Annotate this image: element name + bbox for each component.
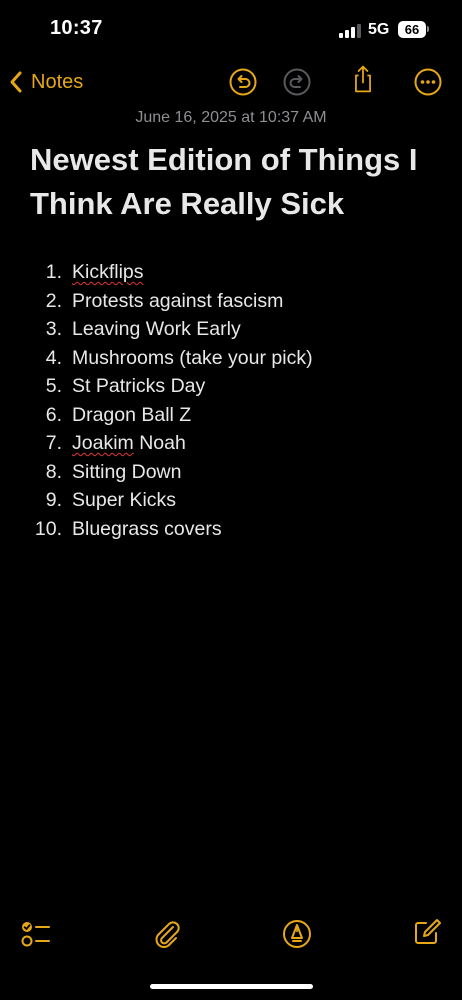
battery-icon: 66: [398, 21, 426, 38]
back-label: Notes: [31, 70, 84, 93]
list-item-number: 9.: [45, 489, 62, 511]
note-title[interactable]: Newest Edition of Things I Think Are Rea…: [30, 138, 450, 226]
list-item-text-wrapper: Joakim Noah: [72, 432, 186, 455]
list-item-number: 7.: [45, 432, 62, 454]
list-item[interactable]: 5. St Patricks Day: [0, 373, 462, 402]
list-item-number: 3.: [45, 318, 62, 340]
paperclip-icon[interactable]: [151, 918, 183, 950]
list-item-text: Super Kicks: [72, 489, 177, 511]
more-icon[interactable]: [413, 67, 443, 97]
note-list[interactable]: 1. Kickflips 2. Protests against fascism…: [0, 259, 462, 544]
list-item[interactable]: 3. Leaving Work Early: [0, 316, 462, 345]
status-time: 10:37: [50, 17, 103, 39]
home-indicator: [150, 984, 313, 989]
list-item[interactable]: 2. Protests against fascism: [0, 288, 462, 317]
status-bar: 10:37 5G 66: [0, 0, 462, 60]
list-item-number: 4.: [45, 346, 62, 369]
list-item-number: 8.: [45, 460, 62, 483]
list-item-text: St Patricks Day: [72, 375, 206, 397]
list-item-text: Protests against fascism: [72, 289, 284, 312]
list-item-text-misspelled: Joakim: [72, 432, 134, 454]
list-item[interactable]: 6. Dragon Ball Z: [0, 402, 462, 431]
list-item-text-rest: Noah: [133, 432, 186, 454]
list-item-text: Dragon Ball Z: [72, 403, 192, 426]
list-item[interactable]: 8. Sitting Down: [0, 459, 462, 488]
list-item[interactable]: 9. Super Kicks: [0, 487, 462, 516]
list-item-number: 6.: [45, 403, 62, 426]
back-button[interactable]: Notes: [9, 66, 83, 98]
redo-icon[interactable]: [282, 67, 312, 97]
list-item[interactable]: 7. Joakim Noah: [0, 430, 462, 459]
note-timestamp: June 16, 2025 at 10:37 AM: [135, 109, 327, 126]
list-item-number: 2.: [45, 289, 62, 312]
chevron-left-icon: [10, 71, 22, 93]
network-type: 5G: [368, 21, 390, 38]
list-item-text: Kickflips: [72, 261, 144, 283]
list-item-text: Bluegrass covers: [72, 517, 222, 540]
checklist-icon[interactable]: [19, 918, 51, 950]
list-item-number: 10.: [34, 517, 62, 540]
compose-icon[interactable]: [411, 916, 443, 948]
list-item-number: 5.: [45, 375, 62, 397]
cellular-signal-icon: [339, 24, 361, 38]
list-item-number: 1.: [45, 261, 62, 283]
battery-tip: [427, 26, 429, 32]
undo-icon[interactable]: [228, 67, 258, 97]
list-item-text: Mushrooms (take your pick): [72, 346, 313, 369]
markup-pen-icon[interactable]: [281, 918, 313, 950]
list-item[interactable]: 1. Kickflips: [0, 259, 462, 288]
list-item-text: Sitting Down: [72, 460, 182, 483]
list-item[interactable]: 10. Bluegrass covers: [0, 516, 462, 545]
list-item-text: Leaving Work Early: [72, 318, 241, 340]
share-icon[interactable]: [348, 64, 378, 94]
list-item[interactable]: 4. Mushrooms (take your pick): [0, 345, 462, 374]
